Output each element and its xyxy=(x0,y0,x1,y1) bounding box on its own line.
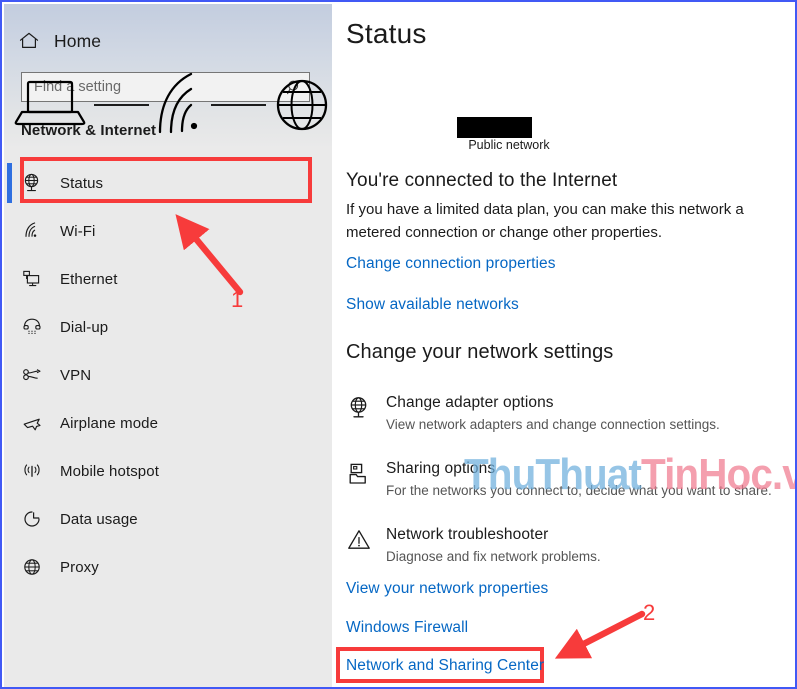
dialup-phone-icon xyxy=(21,314,49,340)
setting-row-change-adapter-options[interactable]: Change adapter options View network adap… xyxy=(346,393,786,435)
ethernet-icon xyxy=(21,266,49,292)
sidebar-item-label: Airplane mode xyxy=(60,414,159,432)
sidebar-item-mobile-hotspot[interactable]: Mobile hotspot xyxy=(4,447,332,495)
sidebar-item-label: Wi-Fi xyxy=(60,222,96,240)
sidebar-item-label: Data usage xyxy=(60,510,138,528)
setting-subtitle: Diagnose and fix network problems. xyxy=(386,549,601,564)
sidebar-item-label: Status xyxy=(60,174,104,192)
sidebar-item-airplane-mode[interactable]: Airplane mode xyxy=(4,399,332,447)
setting-title: Network troubleshooter xyxy=(386,526,549,543)
sidebar-item-status[interactable]: Status xyxy=(4,159,332,207)
sidebar-item-data-usage[interactable]: Data usage xyxy=(4,495,332,543)
link-view-your-network-properties[interactable]: View your network properties xyxy=(346,580,548,598)
data-usage-pie-icon xyxy=(21,506,49,532)
sidebar-item-proxy[interactable]: Proxy xyxy=(4,543,332,591)
vpn-key-icon xyxy=(21,362,49,388)
sidebar-item-label: Proxy xyxy=(60,558,99,576)
setting-title: Sharing options xyxy=(386,460,496,477)
annotation-number-2: 2 xyxy=(643,600,656,625)
connection-status-description: If you have a limited data plan, you can… xyxy=(346,201,744,241)
sidebar-item-label: Dial-up xyxy=(60,318,109,336)
selection-accent-bar xyxy=(7,163,12,203)
link-change-connection-properties[interactable]: Change connection properties xyxy=(346,255,556,273)
settings-window: Home Network & Internet xyxy=(0,0,797,689)
shared-folder-icon xyxy=(346,459,380,501)
link-show-available-networks[interactable]: Show available networks xyxy=(346,296,519,314)
wifi-signal-icon xyxy=(158,72,198,134)
annotation-number-1: 1 xyxy=(231,287,244,312)
home-icon xyxy=(18,30,40,52)
network-name-redaction-bar xyxy=(457,117,532,138)
globe-monitor-icon xyxy=(346,393,380,435)
link-windows-firewall[interactable]: Windows Firewall xyxy=(346,619,468,637)
sidebar-item-wi-fi[interactable]: Wi-Fi xyxy=(4,207,332,255)
setting-title: Change adapter options xyxy=(386,394,554,411)
sidebar-item-label: Mobile hotspot xyxy=(60,462,159,480)
sidebar-item-ethernet[interactable]: Ethernet xyxy=(4,255,332,303)
setting-subtitle: View network adapters and change connect… xyxy=(386,417,720,432)
setting-row-network-troubleshooter[interactable]: Network troubleshooter Diagnose and fix … xyxy=(346,525,786,567)
home-nav-button[interactable]: Home xyxy=(18,24,101,58)
wifi-icon xyxy=(21,218,49,244)
link-network-and-sharing-center[interactable]: Network and Sharing Center xyxy=(346,657,544,675)
page-title: Status xyxy=(346,18,427,49)
sidebar-nav-list: Status Wi-Fi Ethernet Dial-up VPN Airpla… xyxy=(4,159,332,591)
globe-icon xyxy=(276,79,328,131)
sidebar-item-label: VPN xyxy=(60,366,92,384)
home-label: Home xyxy=(54,30,102,51)
sidebar-item-vpn[interactable]: VPN xyxy=(4,351,332,399)
section-heading-change-network-settings: Change your network settings xyxy=(346,341,614,363)
laptop-icon xyxy=(14,80,86,126)
globe-monitor-icon xyxy=(21,170,49,196)
proxy-globe-icon xyxy=(21,554,49,580)
sidebar-item-label: Ethernet xyxy=(60,270,118,288)
hotspot-icon xyxy=(21,458,49,484)
setting-row-sharing-options[interactable]: Sharing options For the networks you con… xyxy=(346,459,786,501)
airplane-icon xyxy=(21,410,49,436)
setting-subtitle: For the networks you connect to, decide … xyxy=(386,483,772,498)
warning-triangle-icon xyxy=(346,525,380,567)
connection-status-heading: You're connected to the Internet xyxy=(346,170,618,191)
network-diagram xyxy=(14,72,328,134)
network-type-label: Public network xyxy=(468,138,550,152)
sidebar-item-dial-up[interactable]: Dial-up xyxy=(4,303,332,351)
